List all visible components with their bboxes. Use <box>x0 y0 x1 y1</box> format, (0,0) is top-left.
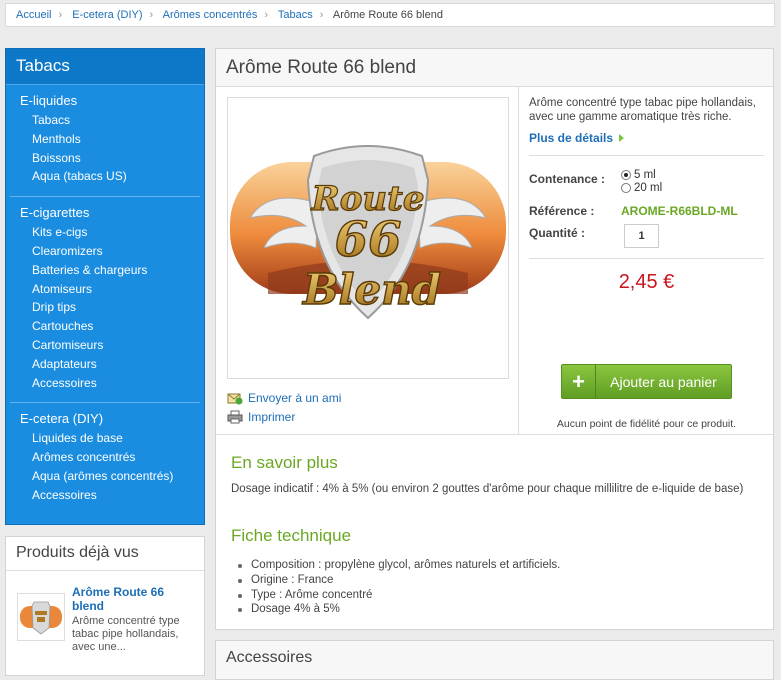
sidebar-item-drip-tips[interactable]: Drip tips <box>20 298 190 317</box>
sidebar-item-aqua-aromes[interactable]: Aqua (arômes concentrés) <box>20 467 190 486</box>
sidebar-item-liquides-base[interactable]: Liquides de base <box>20 429 190 448</box>
sidebar-item-kits[interactable]: Kits e-cigs <box>20 223 190 242</box>
category-group-title[interactable]: E-cigarettes <box>20 205 190 220</box>
tech-sheet-title: Fiche technique <box>231 526 352 545</box>
contenance-options: 5 ml 20 ml <box>621 168 662 194</box>
breadcrumb-separator: › <box>264 9 269 21</box>
divider <box>529 155 764 157</box>
breadcrumb-current: Arôme Route 66 blend <box>332 9 443 21</box>
option-label: 20 ml <box>634 181 663 194</box>
contenance-label: Contenance : <box>529 172 606 187</box>
breadcrumb-ecetera-link[interactable]: E-cetera (DIY) <box>72 9 142 21</box>
loyalty-points-note: Aucun point de fidélité pour ce produit. <box>556 418 737 430</box>
quantity-input[interactable]: 1 <box>624 224 659 249</box>
more-info-section: En savoir plus Dosage indicatif : 4% à 5… <box>231 453 761 496</box>
image-blend-text: Blend <box>302 265 441 314</box>
more-info-title: En savoir plus <box>231 453 338 472</box>
more-details-link[interactable]: Plus de détails <box>529 131 764 145</box>
breadcrumb-separator: › <box>149 9 154 21</box>
category-sidebar: Tabacs E-liquides Tabacs Menthols Boisso… <box>5 48 205 525</box>
category-group-ecetera: E-cetera (DIY) Liquides de base Arômes c… <box>6 403 204 504</box>
print-link[interactable]: Imprimer <box>227 408 341 426</box>
printer-icon <box>227 410 243 424</box>
reference-label: Référence : <box>529 204 595 219</box>
category-group-eliquides: E-liquides Tabacs Menthols Boissons Aqua… <box>6 85 204 186</box>
sidebar-title[interactable]: Tabacs <box>6 49 204 85</box>
list-item: Dosage 4% à 5% <box>238 602 761 617</box>
breadcrumb-home-link[interactable]: Accueil <box>16 9 51 21</box>
sidebar-item-tabacs[interactable]: Tabacs <box>20 111 190 130</box>
sidebar-item-aromes-concentres[interactable]: Arômes concentrés <box>20 448 190 467</box>
envelope-icon <box>227 391 243 405</box>
more-info-text: Dosage indicatif : 4% à 5% (ou environ 2… <box>231 483 744 495</box>
send-to-friend-label: Envoyer à un ami <box>248 391 342 405</box>
viewed-products-block: Produits déjà vus Arôme Route 66 blend A… <box>5 536 205 676</box>
product-title: Arôme Route 66 blend <box>216 49 773 87</box>
tech-sheet-section: Fiche technique Composition : propylène … <box>231 526 761 617</box>
viewed-product-thumbnail[interactable] <box>17 593 65 641</box>
divider <box>529 258 764 260</box>
product-actions: Envoyer à un ami Imprimer <box>227 389 341 427</box>
list-item: Type : Arôme concentré <box>238 588 761 603</box>
radio-checked-icon[interactable] <box>621 169 631 180</box>
sidebar-item-accessoires[interactable]: Accessoires <box>20 374 190 393</box>
list-item: Composition : propylène glycol, arômes n… <box>238 558 761 573</box>
reference-row: Référence : AROME-R66BLD-ML <box>529 202 764 222</box>
buy-block: Arôme concentré type tabac pipe hollanda… <box>529 97 764 430</box>
route66-blend-label-image: Route 66 Blend <box>230 145 506 320</box>
category-group-title[interactable]: E-liquides <box>20 93 190 108</box>
plus-icon: + <box>562 365 596 398</box>
category-group-title[interactable]: E-cetera (DIY) <box>20 411 190 426</box>
sidebar-item-adaptateurs[interactable]: Adaptateurs <box>20 355 190 374</box>
add-to-cart-button[interactable]: + Ajouter au panier <box>561 364 732 399</box>
print-label: Imprimer <box>248 410 296 424</box>
sidebar-item-menthols[interactable]: Menthols <box>20 130 190 149</box>
radio-unchecked-icon[interactable] <box>621 182 631 193</box>
image-number-text: 66 <box>335 212 402 268</box>
list-item: Origine : France <box>238 573 761 588</box>
breadcrumb-separator: › <box>319 9 324 21</box>
sidebar-item-batteries[interactable]: Batteries & chargeurs <box>20 261 190 280</box>
quantity-label: Quantité : <box>529 226 585 241</box>
reference-value: AROME-R66BLD-ML <box>621 204 738 219</box>
option-label: 5 ml <box>634 168 656 181</box>
product-image[interactable]: Route 66 Blend <box>227 97 509 379</box>
sidebar-item-aqua-tabacs[interactable]: Aqua (tabacs US) <box>20 167 190 186</box>
more-details-label: Plus de détails <box>529 131 614 146</box>
send-to-friend-link[interactable]: Envoyer à un ami <box>227 389 341 407</box>
add-to-cart-label: Ajouter au panier <box>610 373 717 390</box>
breadcrumb: Accueil › E-cetera (DIY) › Arômes concentr… <box>5 3 775 27</box>
option-5ml[interactable]: 5 ml <box>621 168 662 181</box>
quantity-row: Quantité : 1 <box>529 222 764 258</box>
column-divider <box>518 87 519 435</box>
sidebar-item-cartomiseurs[interactable]: Cartomiseurs <box>20 336 190 355</box>
sidebar-item-clearomizers[interactable]: Clearomizers <box>20 242 190 261</box>
arrow-right-icon <box>619 134 625 143</box>
product-panel: Arôme Route 66 blend Route 66 Blend Envo… <box>215 48 774 630</box>
breadcrumb-tabacs-link[interactable]: Tabacs <box>278 9 313 21</box>
viewed-product-item: Arôme Route 66 blend Arôme concentré typ… <box>6 571 204 654</box>
contenance-row: Contenance : 5 ml 20 ml <box>529 168 764 200</box>
breadcrumb-aromes-link[interactable]: Arômes concentrés <box>163 9 258 21</box>
sidebar-item-cartouches[interactable]: Cartouches <box>20 317 190 336</box>
viewed-product-name-link[interactable]: Arôme Route 66 blend <box>72 585 194 613</box>
category-group-ecigarettes: E-cigarettes Kits e-cigs Clearomizers Ba… <box>6 197 204 392</box>
sidebar-item-boissons[interactable]: Boissons <box>20 149 190 168</box>
divider <box>216 434 773 435</box>
sidebar-item-accessoires-diy[interactable]: Accessoires <box>20 486 190 505</box>
viewed-products-title: Produits déjà vus <box>6 537 204 571</box>
sidebar-item-atomiseurs[interactable]: Atomiseurs <box>20 280 190 299</box>
tech-sheet-list: Composition : propylène glycol, arômes n… <box>231 558 761 617</box>
breadcrumb-separator: › <box>58 9 63 21</box>
accessories-section-title: Accessoires <box>215 640 774 680</box>
viewed-product-description: Arôme concentré type tabac pipe hollanda… <box>72 615 180 653</box>
short-description: Arôme concentré type tabac pipe hollanda… <box>529 97 756 123</box>
option-20ml[interactable]: 20 ml <box>621 181 662 194</box>
product-price: 2,45 € <box>618 271 675 294</box>
route66-thumb-icon <box>20 601 62 635</box>
